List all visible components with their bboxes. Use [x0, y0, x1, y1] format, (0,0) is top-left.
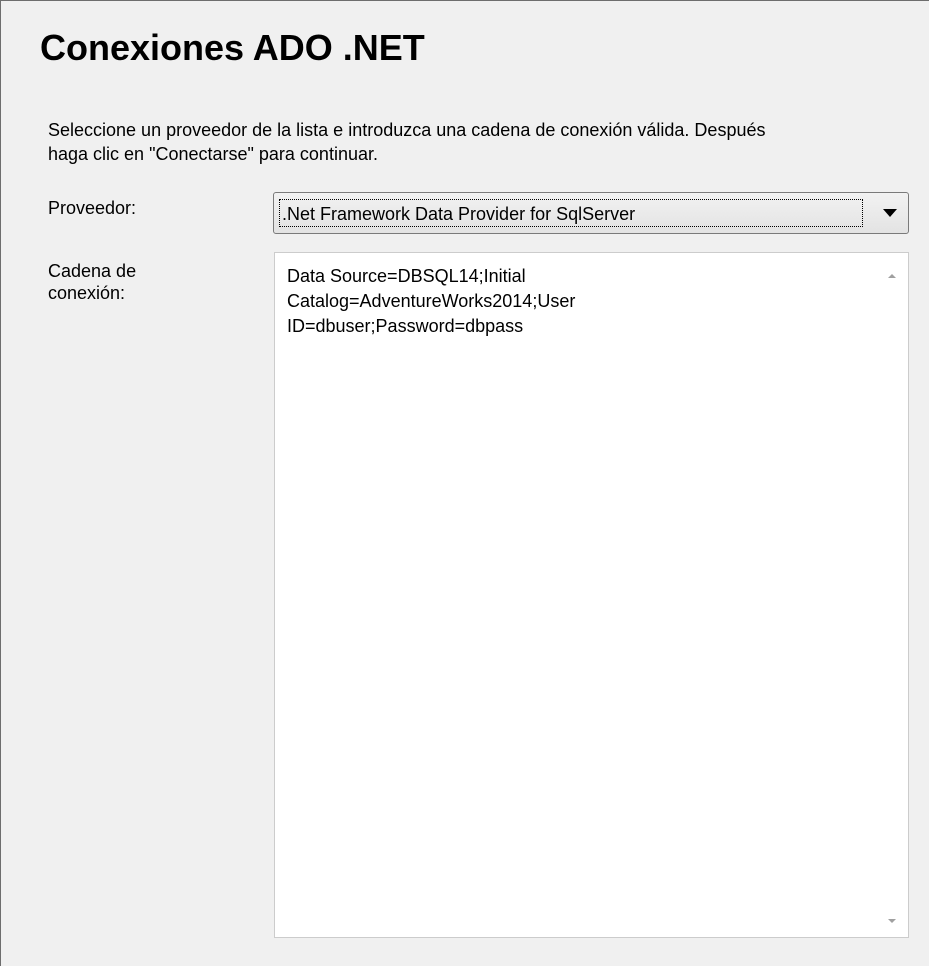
provider-label: Proveedor:: [48, 198, 137, 218]
instructions-line-2: haga clic en "Conectarse" para continuar…: [48, 144, 378, 164]
connection-string-input[interactable]: Data Source=DBSQL14;Initial Catalog=Adve…: [274, 252, 909, 938]
instructions-text: Seleccione un proveedor de la lista e in…: [48, 118, 918, 166]
chevron-down-icon[interactable]: [878, 205, 902, 221]
vertical-scrollbar[interactable]: [876, 253, 908, 937]
connection-string-line-2: Catalog=AdventureWorks2014;User: [287, 291, 576, 311]
connection-string-line-1: Data Source=DBSQL14;Initial: [287, 266, 526, 286]
provider-dropdown[interactable]: .Net Framework Data Provider for SqlServ…: [273, 192, 909, 234]
instructions-line-1: Seleccione un proveedor de la lista e in…: [48, 120, 766, 140]
scroll-up-arrow-icon[interactable]: [885, 268, 899, 278]
page-title: Conexiones ADO .NET: [40, 27, 425, 68]
connection-string-value: Data Source=DBSQL14;Initial Catalog=Adve…: [287, 264, 867, 339]
connection-string-label-line-2: conexión:: [48, 283, 126, 303]
connection-string-label: Cadena de conexión:: [48, 260, 136, 304]
provider-selected-value: .Net Framework Data Provider for SqlServ…: [282, 204, 636, 224]
connection-string-label-line-1: Cadena de: [48, 261, 137, 281]
focus-rectangle: .Net Framework Data Provider for SqlServ…: [279, 199, 863, 227]
scroll-down-arrow-icon[interactable]: [885, 913, 899, 923]
connection-string-line-3: ID=dbuser;Password=dbpass: [287, 316, 524, 336]
ado-net-connections-panel: Conexiones ADO .NET Seleccione un provee…: [0, 0, 929, 966]
